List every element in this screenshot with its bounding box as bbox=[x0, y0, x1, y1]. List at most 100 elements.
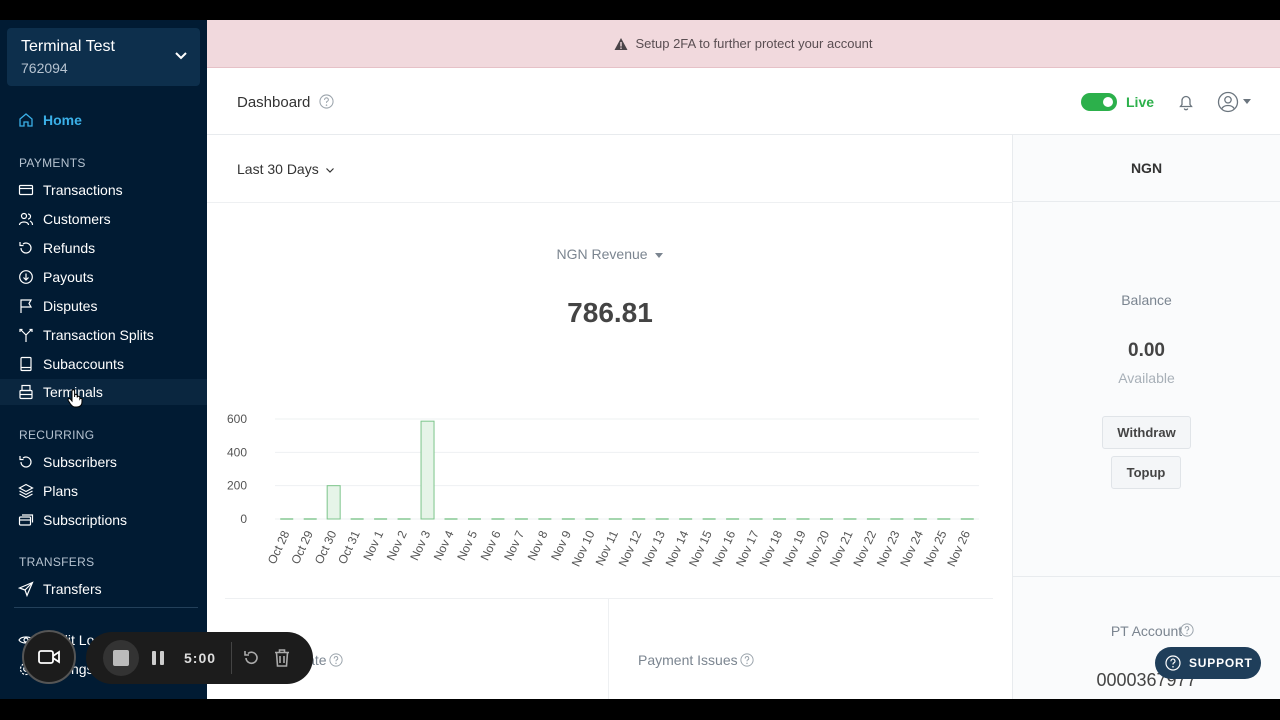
stop-recording-button[interactable] bbox=[103, 640, 139, 676]
divider bbox=[1013, 576, 1280, 577]
sidebar-item-transaction-splits[interactable]: Transaction Splits bbox=[0, 322, 207, 348]
help-icon[interactable] bbox=[319, 94, 334, 109]
card-icon bbox=[18, 184, 34, 196]
y-tick-label: 400 bbox=[227, 445, 247, 459]
sidebar-item-label: Payouts bbox=[43, 269, 94, 285]
x-tick-label: Nov 3 bbox=[407, 528, 433, 563]
help-icon[interactable] bbox=[329, 653, 343, 667]
sidebar-item-label: Home bbox=[43, 112, 82, 128]
trash-icon[interactable] bbox=[273, 648, 291, 668]
sidebar-item-refunds[interactable]: Refunds bbox=[0, 235, 207, 261]
x-tick-label: Nov 8 bbox=[525, 528, 551, 563]
chevron-down-icon bbox=[175, 52, 187, 60]
pt-account-text: PT Account bbox=[1110, 623, 1183, 639]
divider bbox=[608, 598, 609, 699]
page-header: Dashboard Live bbox=[207, 68, 1280, 135]
live-mode-toggle[interactable] bbox=[1081, 93, 1117, 111]
pt-account-label: PT Account bbox=[1013, 623, 1280, 639]
transfers-section-label: TRANSFERS bbox=[19, 555, 95, 569]
account-switcher[interactable]: Terminal Test 762094 bbox=[7, 28, 200, 86]
pause-icon[interactable] bbox=[151, 650, 165, 666]
sidebar-item-label: Refunds bbox=[43, 240, 96, 256]
chevron-down-icon bbox=[325, 167, 334, 173]
help-icon[interactable] bbox=[740, 653, 754, 667]
sidebar-item-disputes[interactable]: Disputes bbox=[0, 293, 207, 319]
caret-down-icon[interactable] bbox=[1243, 99, 1251, 104]
refresh-icon bbox=[19, 242, 32, 254]
sidebar-item-customers[interactable]: Customers bbox=[0, 206, 207, 232]
layers-icon bbox=[18, 483, 34, 499]
date-range-dropdown[interactable]: Last 30 Days bbox=[237, 161, 334, 177]
restart-icon[interactable] bbox=[242, 649, 260, 667]
sidebar-item-label: Transactions bbox=[43, 182, 123, 198]
y-tick-label: 200 bbox=[227, 479, 247, 493]
available-label: Available bbox=[1118, 370, 1175, 386]
terminal-icon bbox=[19, 384, 33, 400]
x-tick-label: Nov 7 bbox=[501, 528, 527, 563]
sidebar-item-label: Customers bbox=[43, 211, 111, 227]
sidebar-item-subaccounts[interactable]: Subaccounts bbox=[0, 351, 207, 377]
sidebar-item-label: Transaction Splits bbox=[43, 327, 154, 343]
split-icon bbox=[19, 328, 33, 342]
home-icon bbox=[19, 113, 33, 127]
y-tick-label: 600 bbox=[227, 412, 247, 426]
sidebar-item-label: Disputes bbox=[43, 298, 98, 314]
hand-cursor-icon bbox=[67, 389, 83, 408]
x-tick-label: Nov 2 bbox=[384, 528, 410, 563]
stop-icon bbox=[113, 650, 129, 666]
withdraw-button[interactable]: Withdraw bbox=[1102, 416, 1191, 449]
bar bbox=[326, 485, 341, 520]
user-avatar-icon[interactable] bbox=[1217, 91, 1239, 113]
divider bbox=[225, 598, 993, 599]
live-label: Live bbox=[1126, 94, 1155, 110]
sidebar-item-transactions[interactable]: Transactions bbox=[0, 177, 207, 203]
divider bbox=[207, 202, 1013, 203]
topup-button[interactable]: Topup bbox=[1111, 456, 1181, 489]
x-tick-label: Nov 5 bbox=[454, 528, 480, 563]
sidebar-item-subscribers[interactable]: Subscribers bbox=[0, 449, 207, 475]
sidebar-item-terminals[interactable]: Terminals bbox=[0, 379, 207, 405]
sidebar: Terminal Test 762094 Home PAYMENTS Trans… bbox=[0, 20, 207, 699]
x-tick-label: Nov 4 bbox=[431, 528, 457, 563]
caret-down-icon bbox=[655, 252, 664, 258]
balance-value: 0.00 bbox=[1128, 340, 1165, 361]
help-icon bbox=[1165, 655, 1181, 671]
balance-panel: NGN Balance 0.00 Available Withdraw Topu… bbox=[1013, 135, 1280, 699]
recording-timer: 5:00 bbox=[184, 650, 217, 666]
bell-icon[interactable] bbox=[1176, 92, 1196, 112]
send-icon bbox=[18, 581, 34, 597]
support-button[interactable]: SUPPORT bbox=[1155, 647, 1261, 679]
sidebar-item-label: Subscribers bbox=[43, 454, 117, 470]
card-title-payment-issues: Payment Issues bbox=[638, 652, 738, 668]
recording-controls: 5:00 bbox=[86, 632, 313, 684]
balance-label: Balance bbox=[1121, 292, 1172, 308]
app-window: Terminal Test 762094 Home PAYMENTS Trans… bbox=[0, 20, 1280, 699]
divider bbox=[231, 642, 232, 674]
sidebar-item-label: Subaccounts bbox=[43, 356, 124, 372]
x-tick-label: Nov 1 bbox=[360, 528, 386, 563]
x-tick-label: Nov 6 bbox=[478, 528, 504, 563]
y-tick-label: 0 bbox=[240, 512, 247, 526]
revenue-metric-dropdown[interactable]: NGN Revenue bbox=[207, 246, 1013, 262]
refresh-icon bbox=[19, 456, 32, 468]
payments-section-label: PAYMENTS bbox=[19, 156, 86, 170]
revenue-label: NGN Revenue bbox=[556, 246, 648, 262]
flag-icon bbox=[20, 299, 33, 313]
banner-text[interactable]: Setup 2FA to further protect your accoun… bbox=[635, 36, 872, 51]
support-label: SUPPORT bbox=[1189, 656, 1253, 670]
camera-toggle-button[interactable] bbox=[22, 630, 76, 684]
sidebar-item-plans[interactable]: Plans bbox=[0, 478, 207, 504]
x-tick-label: Oct 31 bbox=[335, 528, 363, 566]
revenue-value: 786.81 bbox=[567, 297, 653, 328]
sidebar-item-transfers[interactable]: Transfers bbox=[0, 576, 207, 602]
sidebar-item-subscriptions[interactable]: Subscriptions bbox=[0, 507, 207, 533]
security-banner: Setup 2FA to further protect your accoun… bbox=[207, 20, 1280, 68]
warning-icon bbox=[614, 37, 628, 50]
help-icon[interactable] bbox=[1180, 623, 1194, 637]
download-circle-icon bbox=[19, 270, 33, 284]
sidebar-item-label: Plans bbox=[43, 483, 79, 499]
date-range-label: Last 30 Days bbox=[237, 161, 319, 177]
sidebar-item-home[interactable]: Home bbox=[0, 107, 207, 133]
sidebar-item-payouts[interactable]: Payouts bbox=[0, 264, 207, 290]
book-icon bbox=[20, 356, 32, 372]
